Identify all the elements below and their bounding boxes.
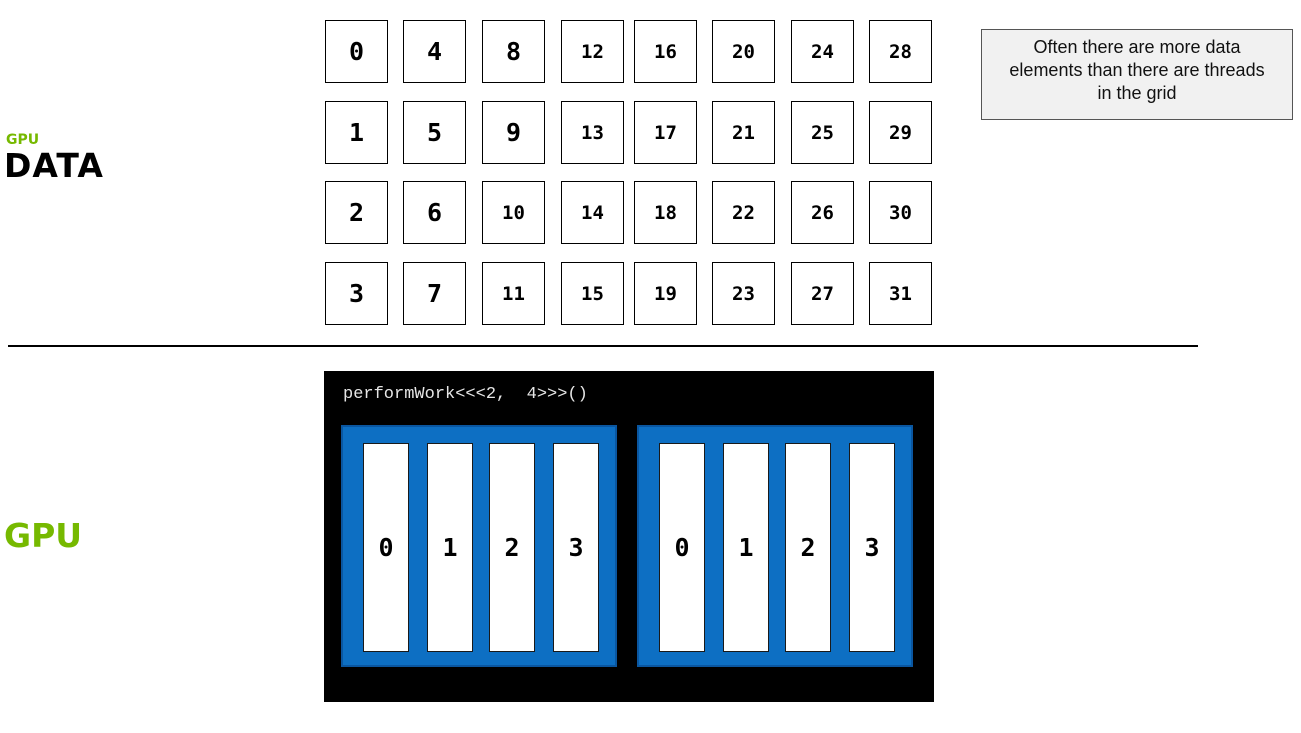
data-element-cell: 22 (712, 181, 775, 244)
thread: 2 (489, 443, 535, 652)
data-element-cell: 27 (791, 262, 854, 325)
data-element-cell: 11 (482, 262, 545, 325)
data-element-cell: 23 (712, 262, 775, 325)
data-element-cell: 31 (869, 262, 932, 325)
data-element-cell: 6 (403, 181, 466, 244)
data-element-cell: 12 (561, 20, 624, 83)
data-element-cell: 8 (482, 20, 545, 83)
data-element-cell: 25 (791, 101, 854, 164)
data-element-cell: 30 (869, 181, 932, 244)
data-element-cell: 19 (634, 262, 697, 325)
data-element-cell: 13 (561, 101, 624, 164)
thread: 3 (553, 443, 599, 652)
thread: 1 (723, 443, 769, 652)
data-element-cell: 15 (561, 262, 624, 325)
data-element-cell: 2 (325, 181, 388, 244)
note-box: Often there are more data elements than … (981, 29, 1293, 120)
data-label: DATA (4, 146, 104, 185)
data-element-cell: 17 (634, 101, 697, 164)
thread: 1 (427, 443, 473, 652)
data-element-cell: 29 (869, 101, 932, 164)
data-element-cell: 1 (325, 101, 388, 164)
data-element-cell: 9 (482, 101, 545, 164)
thread: 2 (785, 443, 831, 652)
data-element-cell: 16 (634, 20, 697, 83)
data-element-cell: 18 (634, 181, 697, 244)
thread-block: 0123 (637, 425, 913, 667)
kernel-launch-code: performWork<<<2, 4>>>() (343, 385, 588, 404)
gpu-label: GPU (4, 516, 83, 555)
data-element-cell: 7 (403, 262, 466, 325)
thread: 3 (849, 443, 895, 652)
data-element-cell: 24 (791, 20, 854, 83)
data-element-cell: 3 (325, 262, 388, 325)
thread: 0 (363, 443, 409, 652)
data-element-cell: 20 (712, 20, 775, 83)
thread: 0 (659, 443, 705, 652)
data-element-cell: 4 (403, 20, 466, 83)
data-element-cell: 5 (403, 101, 466, 164)
data-element-cell: 10 (482, 181, 545, 244)
data-element-cell: 28 (869, 20, 932, 83)
data-element-cell: 14 (561, 181, 624, 244)
data-element-cell: 0 (325, 20, 388, 83)
divider-line (8, 345, 1198, 347)
data-element-cell: 26 (791, 181, 854, 244)
gpu-grid-panel: performWork<<<2, 4>>>() 01230123 (324, 371, 934, 702)
data-element-cell: 21 (712, 101, 775, 164)
thread-block: 0123 (341, 425, 617, 667)
